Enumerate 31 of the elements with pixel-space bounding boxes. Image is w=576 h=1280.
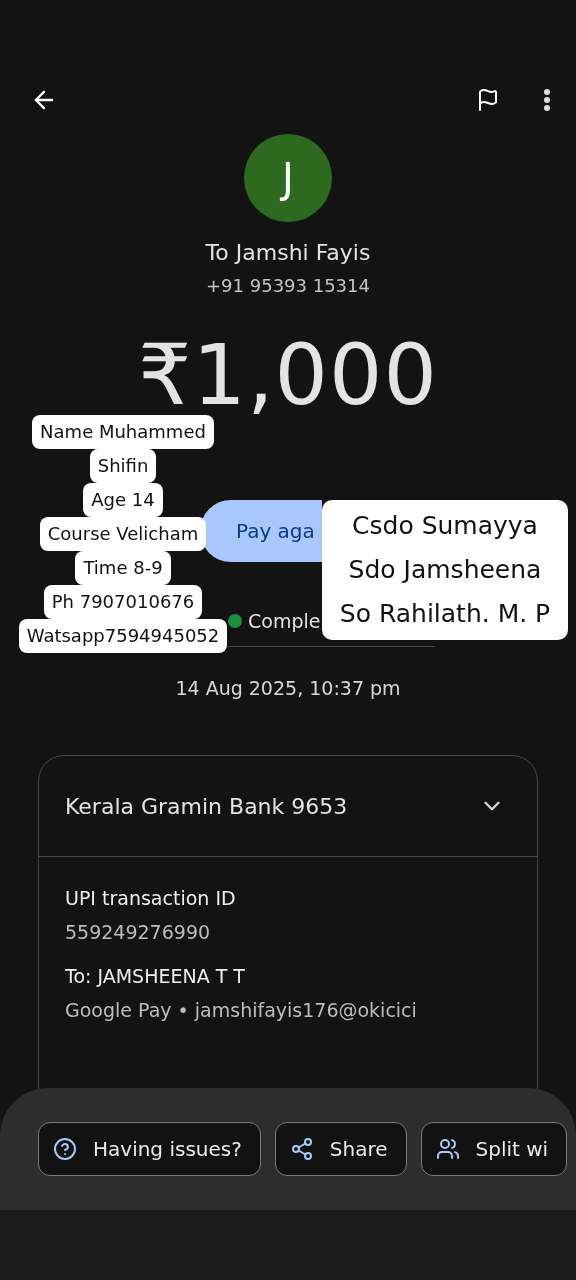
sticker-text: So Rahilath. M. P [339, 598, 551, 630]
sticker-text: Course Velicham [39, 517, 207, 551]
help-icon [53, 1137, 77, 1161]
sticker-text: Time 8-9 [75, 551, 171, 585]
avatar: J [244, 134, 332, 222]
status-icon [228, 614, 242, 628]
payee-phone: +91 95393 15314 [206, 275, 370, 296]
share-icon [289, 1137, 314, 1161]
status-text: Comple [248, 610, 321, 632]
bank-name: Kerala Gramin Bank 9653 [65, 793, 348, 819]
flag-icon [476, 88, 500, 112]
detail-value: Google Pay • jamshifayis176@okicici [65, 999, 418, 1021]
more-button[interactable] [544, 89, 550, 111]
sticker-text: Watsapp7594945052 [18, 619, 228, 653]
action-chip[interactable]: Split wi [420, 1122, 568, 1176]
detail-label: To: JAMSHEENA T T [65, 965, 246, 987]
action-chip[interactable]: Having issues? [38, 1122, 261, 1176]
sticker-text: Shifin [89, 449, 157, 483]
detail-label: UPI transaction ID [65, 887, 237, 909]
flag-button[interactable] [476, 88, 500, 112]
people-icon [435, 1137, 460, 1161]
detail-value: 559249276990 [65, 921, 212, 943]
more-icon [544, 89, 550, 111]
sticker-text: Name Muhammed [32, 415, 214, 449]
sticker-text: Ph 7907010676 [43, 585, 203, 619]
action-chip[interactable]: Share [274, 1122, 407, 1176]
sticker-text: Csdo Sumayya [352, 510, 538, 542]
payee-name: To Jamshi Fayis [205, 240, 371, 265]
sticker-text: Age 14 [83, 483, 163, 517]
sticker-text: Sdo Jamsheena [348, 554, 542, 586]
transaction-date: 14 Aug 2025, 10:37 pm [175, 677, 401, 699]
